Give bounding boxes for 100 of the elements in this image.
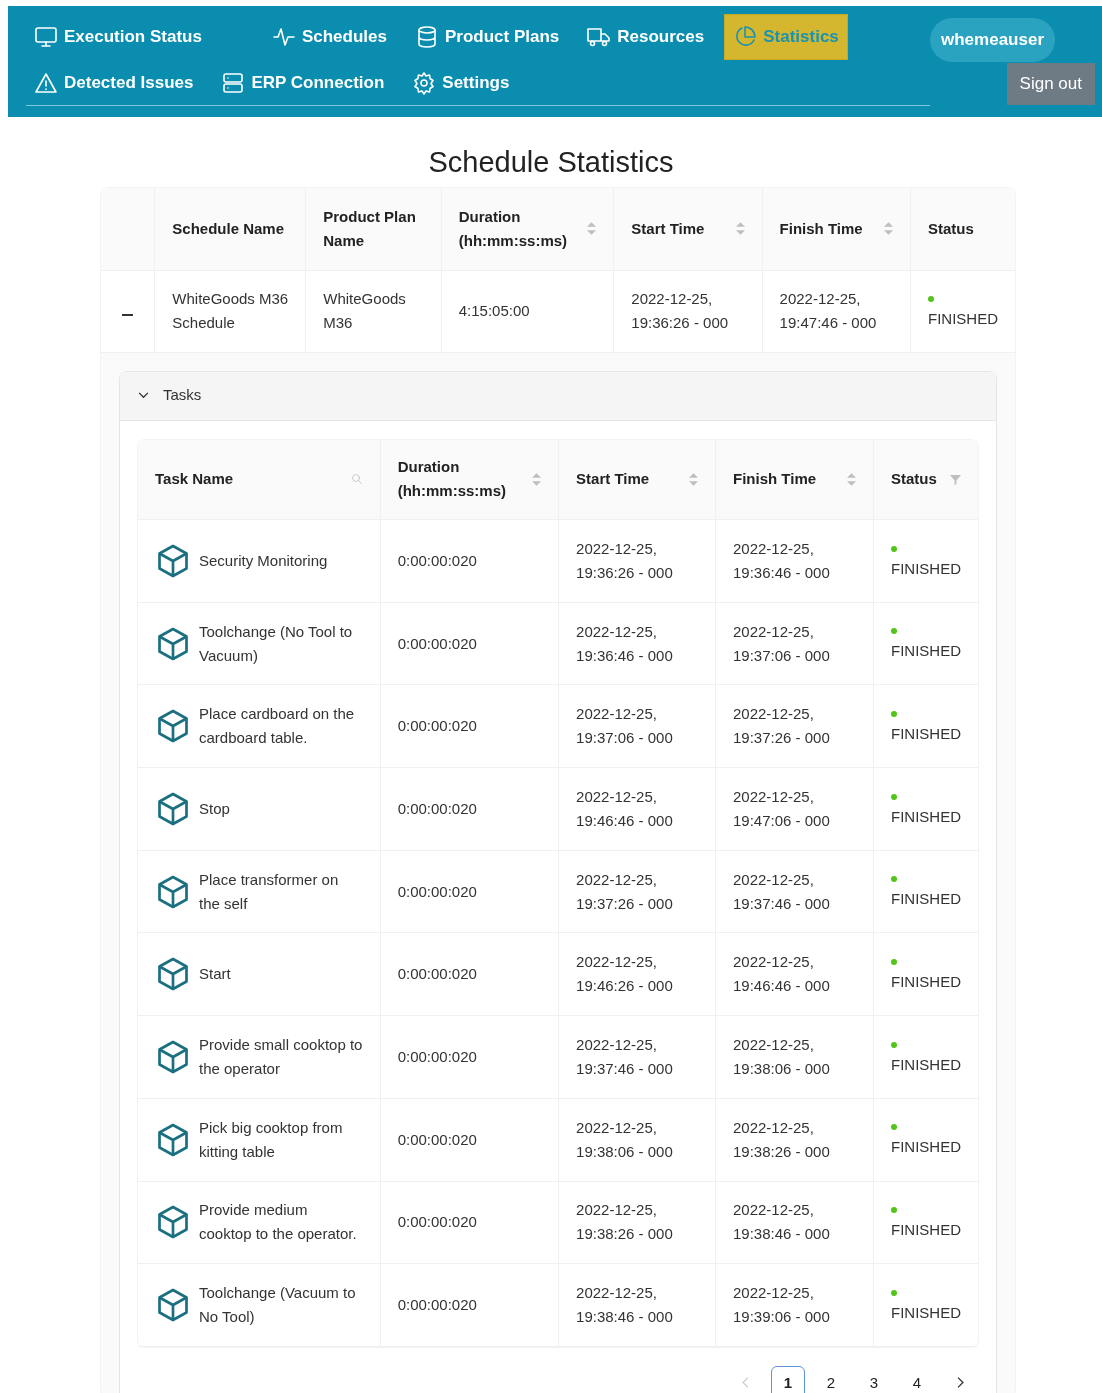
column-header: Duration (hh:mm:ss:ms) bbox=[458, 206, 569, 251]
sort-icon[interactable] bbox=[735, 222, 745, 236]
page-button[interactable]: 4 bbox=[900, 1365, 934, 1393]
table-cell: 2022-12-25, 19:47:06 - 000 bbox=[733, 787, 830, 829]
nav-link[interactable]: Detected Issues bbox=[26, 59, 202, 106]
task-name: Toolchange (Vacuum to No Tool) bbox=[199, 1283, 357, 1328]
table-cell: 2022-12-25, 19:38:26 - 000 bbox=[576, 1201, 673, 1243]
nav-link[interactable]: Resources bbox=[579, 14, 713, 60]
table-cell: 2022-12-25, 19:38:06 - 000 bbox=[733, 1035, 830, 1077]
table-cell: 4:15:05:00 bbox=[458, 302, 530, 319]
table-cell: WhiteGoods M36 Schedule bbox=[172, 290, 289, 331]
next-page-icon[interactable] bbox=[955, 1376, 965, 1390]
table-cell: 0:00:00:020 bbox=[397, 1047, 477, 1065]
cube-icon bbox=[155, 1204, 191, 1241]
sort-icon[interactable] bbox=[847, 472, 856, 486]
table-cell: 2022-12-25, 19:37:06 - 000 bbox=[576, 705, 673, 747]
table-cell: 0:00:00:020 bbox=[397, 965, 477, 983]
table-cell: 2022-12-25, 19:37:26 - 000 bbox=[576, 870, 673, 912]
cube-icon bbox=[155, 956, 191, 993]
truck-icon bbox=[587, 25, 612, 49]
status-text: FINISHED bbox=[891, 641, 961, 662]
table-cell: 2022-12-25, 19:46:46 - 000 bbox=[576, 787, 673, 829]
cube-icon bbox=[155, 873, 191, 910]
search-icon[interactable] bbox=[350, 473, 363, 486]
task-name: Place transformer on the self bbox=[199, 869, 340, 914]
cube-icon bbox=[155, 790, 191, 827]
user-badge[interactable]: whemeauser bbox=[930, 18, 1055, 62]
table-cell: 2022-12-25, 19:37:46 - 000 bbox=[576, 1035, 673, 1077]
nav-link[interactable]: Product Plans bbox=[406, 14, 568, 60]
sign-out-button[interactable]: Sign out bbox=[1006, 63, 1095, 105]
filter-icon[interactable] bbox=[950, 473, 961, 485]
server-icon bbox=[221, 70, 246, 95]
sort-icon[interactable] bbox=[884, 222, 893, 236]
sort-icon[interactable] bbox=[587, 222, 597, 236]
task-name: Security Monitoring bbox=[199, 550, 328, 571]
table-cell: 0:00:00:020 bbox=[397, 1130, 477, 1148]
status-text: FINISHED bbox=[891, 1302, 961, 1323]
task-name: Provide medium cooktop to the operator. bbox=[199, 1200, 358, 1245]
settings-icon bbox=[412, 70, 437, 95]
table-cell: 0:00:00:020 bbox=[397, 799, 477, 817]
table-cell: 2022-12-25, 19:36:26 - 000 bbox=[576, 539, 673, 581]
table-cell: 2022-12-25, 19:38:46 - 000 bbox=[576, 1284, 673, 1326]
column-header: Start Time bbox=[631, 218, 705, 239]
column-header: Task Name bbox=[155, 469, 234, 490]
pulse-icon bbox=[271, 25, 296, 49]
column-header: Product Plan Name bbox=[323, 206, 417, 251]
table-cell: 2022-12-25, 19:36:46 - 000 bbox=[733, 539, 830, 581]
page-button[interactable]: 3 bbox=[857, 1365, 891, 1393]
table-cell: 2022-12-25, 19:37:06 - 000 bbox=[733, 622, 830, 664]
column-header: Status bbox=[928, 218, 974, 239]
nav-link[interactable]: ERP Connection bbox=[213, 59, 393, 106]
cube-icon bbox=[155, 542, 191, 579]
table-cell: 2022-12-25, 19:47:46 - 000 bbox=[779, 290, 877, 331]
table-cell: 2022-12-25, 19:37:26 - 000 bbox=[733, 705, 830, 747]
nav-link[interactable]: Settings bbox=[404, 59, 518, 106]
chevron-icon bbox=[138, 392, 149, 399]
task-name: Toolchange (No Tool to Vacuum) bbox=[199, 621, 354, 666]
table-cell: 0:00:00:020 bbox=[397, 882, 477, 900]
table-cell: WhiteGoods M36 bbox=[323, 290, 406, 331]
sort-icon[interactable] bbox=[689, 472, 698, 486]
page-button[interactable]: 1 bbox=[771, 1365, 805, 1393]
warning-icon bbox=[34, 70, 58, 95]
table-cell: 2022-12-25, 19:36:46 - 000 bbox=[576, 622, 673, 664]
task-name: Place cardboard on the cardboard table. bbox=[199, 704, 356, 749]
nav-link[interactable]: Execution Status bbox=[26, 14, 210, 60]
table-cell: 2022-12-25, 19:39:06 - 000 bbox=[733, 1284, 830, 1326]
table-cell: 2022-12-25, 19:38:06 - 000 bbox=[576, 1118, 673, 1160]
status-text: FINISHED bbox=[891, 972, 961, 993]
status-text: FINISHED bbox=[891, 889, 961, 910]
monitor-icon bbox=[34, 25, 58, 49]
table-cell: 2022-12-25, 19:46:46 - 000 bbox=[733, 953, 830, 995]
cube-icon bbox=[155, 708, 191, 745]
status-text: FINISHED bbox=[891, 1054, 961, 1075]
status-text: FINISHED bbox=[891, 558, 961, 579]
cube-icon bbox=[155, 1287, 191, 1324]
column-header: Schedule Name bbox=[172, 218, 285, 239]
column-header: Finish Time bbox=[733, 469, 817, 490]
table-cell: 2022-12-25, 19:38:26 - 000 bbox=[733, 1118, 830, 1160]
cube-icon bbox=[155, 1038, 191, 1075]
table-cell: 0:00:00:020 bbox=[397, 1213, 477, 1231]
page-button[interactable]: 2 bbox=[814, 1365, 848, 1393]
status-text: FINISHED bbox=[891, 1137, 961, 1158]
status-text: FINISHED bbox=[891, 723, 961, 744]
sort-icon[interactable] bbox=[532, 472, 542, 486]
table-cell: 2022-12-25, 19:36:26 - 000 bbox=[631, 290, 729, 331]
pie-chart-icon bbox=[733, 25, 758, 49]
column-header: Status bbox=[891, 469, 937, 490]
table-cell: 2022-12-25, 19:46:26 - 000 bbox=[576, 953, 673, 995]
task-name: Pick big cooktop from kitting table bbox=[199, 1117, 344, 1162]
task-name: Provide small cooktop to the operator bbox=[199, 1034, 363, 1079]
table-cell: 0:00:00:020 bbox=[397, 551, 477, 569]
column-header: Duration (hh:mm:ss:ms) bbox=[397, 457, 507, 502]
cube-icon bbox=[155, 1121, 191, 1158]
table-cell: 0:00:00:020 bbox=[397, 634, 477, 652]
table-cell: 0:00:00:020 bbox=[397, 717, 477, 735]
table-cell: 2022-12-25, 19:38:46 - 000 bbox=[733, 1201, 830, 1243]
tasks-panel-header[interactable]: Tasks bbox=[120, 371, 996, 421]
nav-link[interactable]: Schedules bbox=[263, 14, 395, 60]
status-text: FINISHED bbox=[891, 806, 961, 827]
task-name: Start bbox=[199, 964, 231, 985]
